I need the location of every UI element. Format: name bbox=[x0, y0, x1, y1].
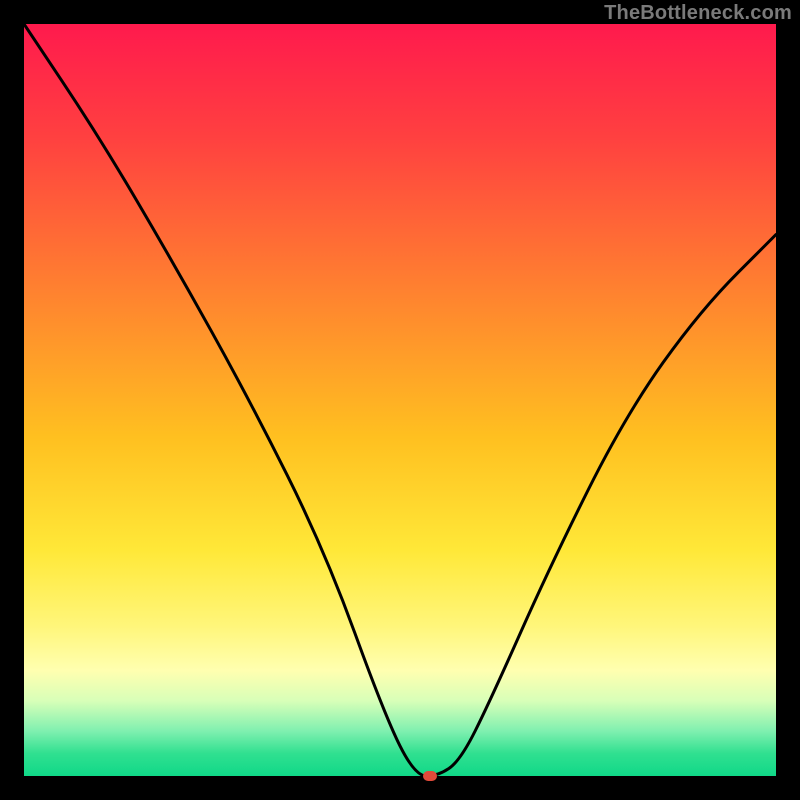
attribution-text: TheBottleneck.com bbox=[604, 2, 792, 25]
chart-frame: TheBottleneck.com bbox=[0, 0, 800, 800]
chart-plot-area bbox=[24, 24, 776, 776]
optimal-point-marker bbox=[423, 771, 437, 781]
